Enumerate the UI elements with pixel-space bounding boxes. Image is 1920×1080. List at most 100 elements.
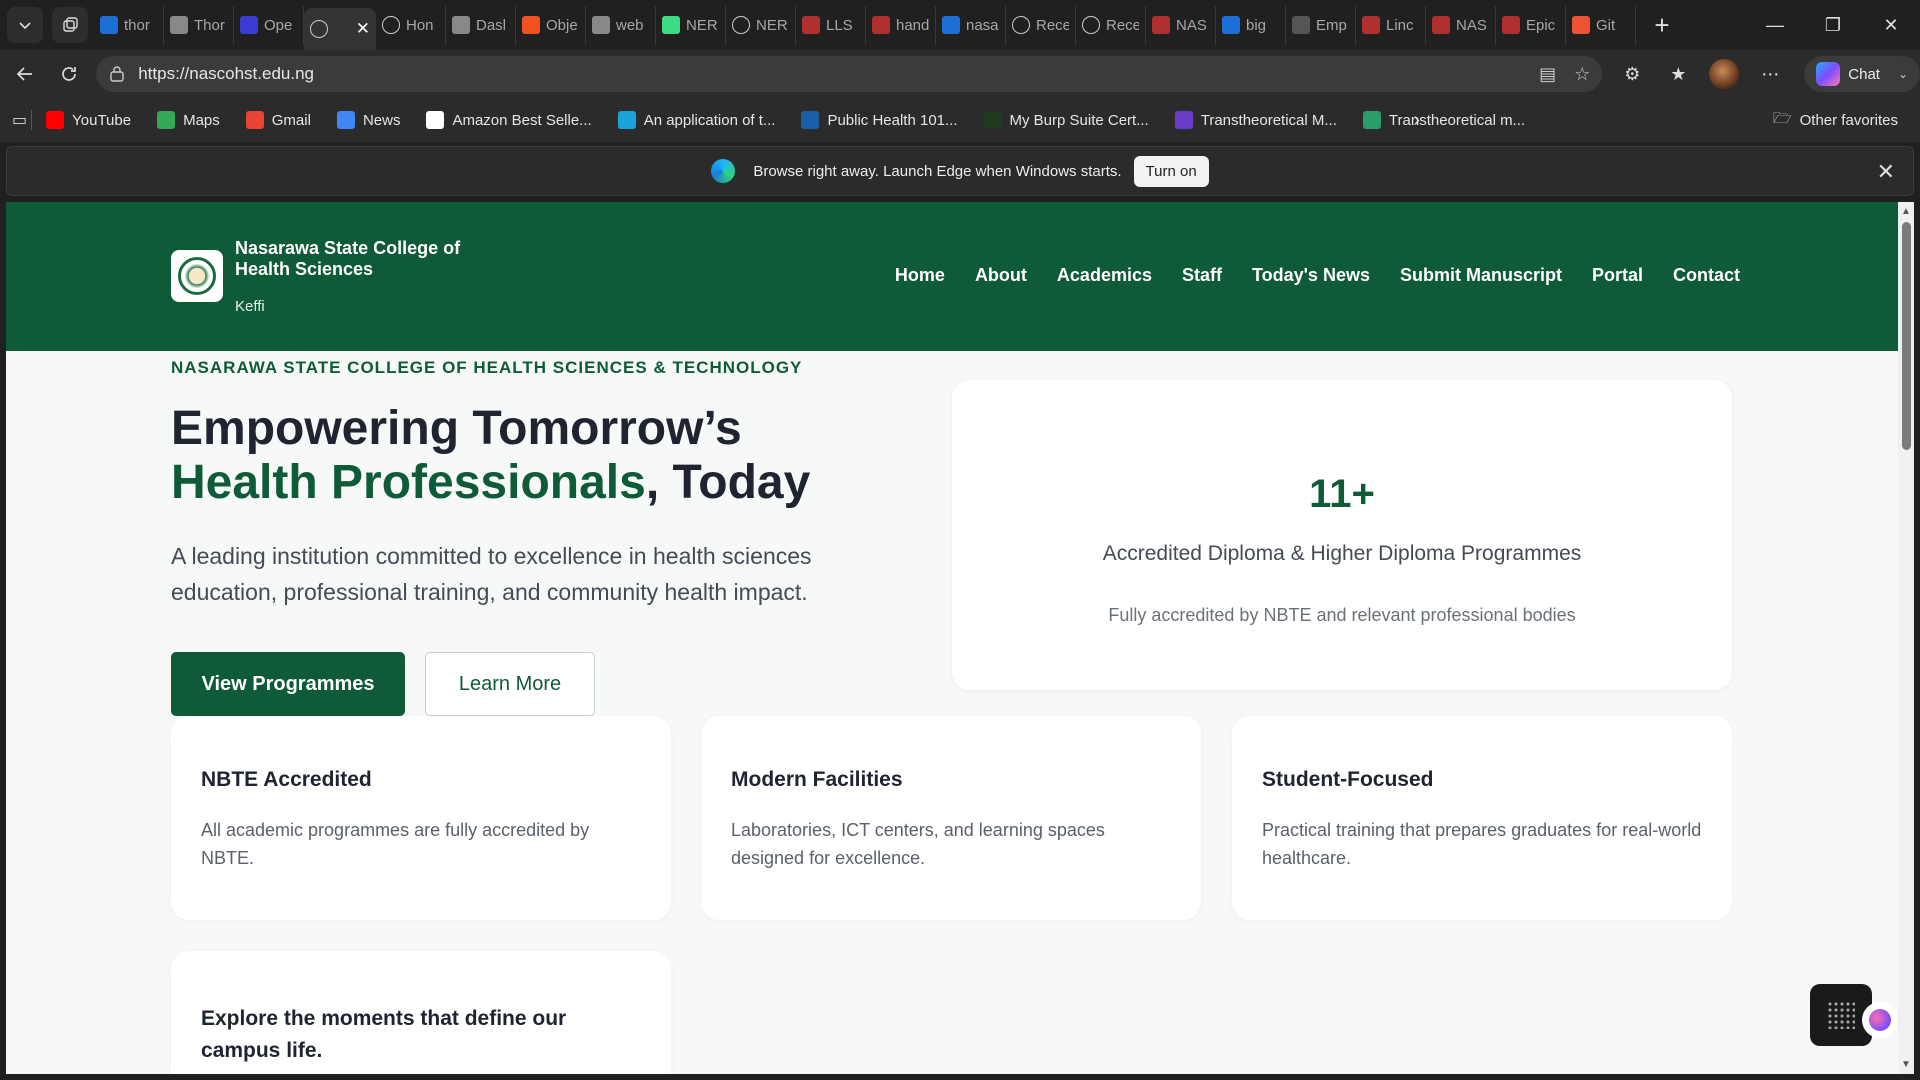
close-tab-icon[interactable]: ✕ — [356, 19, 370, 39]
tab[interactable]: Dasl — [446, 6, 516, 44]
tab-label: Thor — [194, 16, 225, 34]
hero-title: Empowering Tomorrow’s Health Professiona… — [171, 402, 810, 510]
globe-icon — [732, 16, 750, 34]
bookmark-item[interactable]: Amazon Best Selle... — [426, 111, 592, 129]
nav-link-contact[interactable]: Contact — [1673, 265, 1740, 286]
turn-on-button[interactable]: Turn on — [1133, 155, 1209, 187]
folder-icon: 🗁 — [1773, 109, 1792, 127]
learn-more-button[interactable]: Learn More — [425, 652, 595, 716]
bookmark-item[interactable]: News — [336, 111, 401, 129]
brand-name[interactable]: Nasarawa State College of Health Science… — [235, 238, 495, 280]
view-programmes-button[interactable]: View Programmes — [171, 652, 405, 716]
hero-description: A leading institution committed to excel… — [171, 543, 812, 605]
tab[interactable]: Emp — [1286, 6, 1356, 44]
nav-link-staff[interactable]: Staff — [1182, 265, 1222, 286]
scrollbar-thumb[interactable] — [1902, 222, 1911, 450]
nav-link-portal[interactable]: Portal — [1592, 265, 1643, 286]
tab[interactable]: NAS — [1426, 6, 1496, 44]
search-icon — [942, 16, 960, 34]
bookmark-item[interactable]: An application of t... — [617, 111, 776, 129]
refresh-button[interactable] — [49, 56, 88, 92]
tab[interactable]: hand — [866, 6, 936, 44]
bookmark-item[interactable]: Gmail — [245, 111, 311, 129]
red-doc-icon — [872, 16, 890, 34]
tab[interactable]: Rece — [1006, 6, 1076, 44]
tab[interactable]: web — [586, 6, 656, 44]
scroll-down-icon[interactable]: ▼ — [1901, 1059, 1911, 1070]
other-favorites[interactable]: 🗁 Other favorites — [1773, 108, 1898, 133]
bookmark-item[interactable]: Transtheoretical M... — [1174, 111, 1337, 129]
url-text[interactable]: https://nascohst.edu.ng — [138, 64, 314, 84]
page-scrollbar[interactable]: ▲ ▼ — [1898, 202, 1914, 1074]
ttm-icon — [1174, 111, 1193, 129]
nav-link-about[interactable]: About — [975, 265, 1027, 286]
tab[interactable]: Thor — [164, 6, 234, 44]
tab-active[interactable]: ✕ — [304, 8, 376, 50]
bookmark-item[interactable]: Public Health 101... — [801, 111, 958, 129]
lls-icon — [802, 16, 820, 34]
tab[interactable]: nasa — [936, 6, 1006, 44]
ai-brain-button[interactable] — [1862, 1002, 1898, 1038]
ttm2-icon — [1362, 111, 1381, 129]
close-window-button[interactable]: ✕ — [1862, 0, 1920, 50]
college-logo[interactable] — [171, 250, 223, 302]
minimize-button[interactable]: — — [1746, 0, 1804, 50]
bookmark-item[interactable]: Maps — [157, 111, 220, 129]
workspaces-icon — [63, 17, 78, 32]
tab[interactable]: Linc — [1356, 6, 1426, 44]
tab[interactable]: NAS — [1146, 6, 1216, 44]
tab-label: web — [616, 16, 644, 34]
chevron-right-icon[interactable]: › — [1413, 109, 1420, 132]
avatar — [1709, 59, 1740, 89]
globe-icon — [1012, 16, 1030, 34]
extensions-icon[interactable]: ⚙ — [1612, 56, 1652, 92]
navigation-bar: https://nascohst.edu.ng ▤ ☆ ⚙ ★ ⋯ Chat ⌄ — [0, 50, 1920, 98]
nav-link-today-s-news[interactable]: Today's News — [1252, 265, 1370, 286]
site-info-icon[interactable] — [108, 65, 126, 83]
tab[interactable]: thor — [94, 6, 164, 44]
bookmark-label: YouTube — [72, 111, 132, 129]
campus-life-title: Explore the moments that define our camp… — [201, 1007, 567, 1062]
tab[interactable]: NER — [656, 6, 726, 44]
reading-view-icon[interactable]: ▤ — [1539, 64, 1556, 85]
tab[interactable]: LLS — [796, 6, 866, 44]
tab[interactable]: Hon — [376, 6, 446, 44]
tab[interactable]: Git — [1566, 6, 1636, 44]
tab-label: Emp — [1316, 16, 1347, 34]
bing-icon — [100, 16, 118, 34]
tab[interactable]: NER — [726, 6, 796, 44]
programmes-stat-card: 11+ Accredited Diploma & Higher Diploma … — [952, 380, 1732, 690]
tab[interactable]: Obje — [516, 6, 586, 44]
profile-button[interactable] — [1704, 56, 1744, 92]
tab[interactable]: Epic — [1496, 6, 1566, 44]
bookmark-item[interactable]: My Burp Suite Cert... — [983, 111, 1149, 129]
close-icon[interactable]: ✕ — [1877, 159, 1895, 185]
favorite-star-icon[interactable]: ☆ — [1574, 64, 1590, 85]
tab[interactable]: big — [1216, 6, 1286, 44]
more-options-icon[interactable]: ⋯ — [1750, 56, 1790, 92]
tab-actions-menu-button[interactable] — [7, 7, 43, 43]
campus-life-card: Explore the moments that define our camp… — [171, 951, 671, 1074]
new-tab-button[interactable]: + — [1644, 7, 1680, 43]
grid-dots-icon — [1827, 1001, 1855, 1029]
bookmark-item[interactable]: YouTube — [46, 111, 131, 129]
favorites-icon[interactable]: ★ — [1658, 56, 1698, 92]
copilot-chat-button[interactable]: Chat ⌄ — [1804, 56, 1920, 92]
nav-link-academics[interactable]: Academics — [1057, 265, 1152, 286]
scroll-up-icon[interactable]: ▲ — [1901, 206, 1911, 217]
tab-sidebar-icon[interactable]: ▭ — [12, 110, 27, 130]
address-bar[interactable]: https://nascohst.edu.ng ▤ ☆ — [96, 56, 1603, 92]
bookmark-label: An application of t... — [643, 111, 776, 129]
tab[interactable]: Rece — [1076, 6, 1146, 44]
workspaces-button[interactable] — [52, 7, 88, 43]
feature-card-facilities: Modern Facilities Laboratories, ICT cent… — [701, 716, 1201, 920]
nav-link-home[interactable]: Home — [895, 265, 945, 286]
restore-button[interactable]: ❐ — [1804, 0, 1862, 50]
bookmark-item[interactable]: Transtheoretical m... — [1362, 111, 1525, 129]
site-header: Nasarawa State College of Health Science… — [6, 202, 1898, 351]
nav-link-submit-manuscript[interactable]: Submit Manuscript — [1400, 265, 1562, 286]
feature-card-student-focused: Student-Focused Practical training that … — [1232, 716, 1732, 920]
bookmark-label: News — [362, 111, 401, 129]
back-button[interactable] — [5, 56, 44, 92]
tab[interactable]: Ope — [234, 6, 304, 44]
